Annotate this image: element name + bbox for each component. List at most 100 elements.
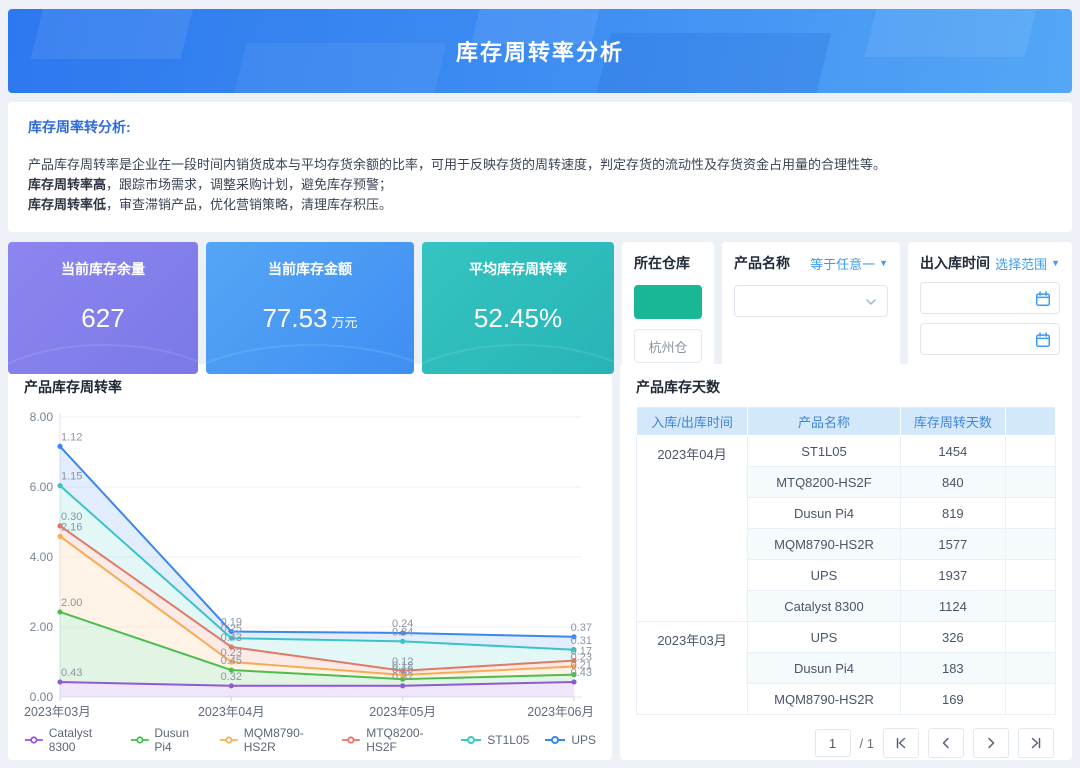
col-header-days: 库存周转天数 xyxy=(900,408,1005,436)
svg-text:0.19: 0.19 xyxy=(221,617,242,629)
product-operator-link[interactable]: 等于任意一▼ xyxy=(810,254,888,273)
empty-cell xyxy=(1005,591,1055,622)
last-page-button[interactable] xyxy=(1018,728,1054,758)
legend-line-dot-icon xyxy=(130,735,150,745)
col-header-empty xyxy=(1005,408,1055,436)
analysis-note-panel: 库存周率转分析: 产品库存周转率是企业在一段时间内销货成本与平均存货余额的比率，… xyxy=(8,102,1072,232)
svg-text:1.12: 1.12 xyxy=(61,431,82,443)
first-page-button[interactable] xyxy=(883,728,919,758)
svg-text:0.37: 0.37 xyxy=(571,622,592,634)
svg-text:1.15: 1.15 xyxy=(61,471,82,483)
days-cell: 1937 xyxy=(900,560,1005,591)
legend-item-mtq8200-hs2f[interactable]: MTQ8200-HS2F xyxy=(341,726,445,754)
dashboard-page: 库存周转率分析 库存周率转分析: 产品库存周转率是企业在一段时间内销货成本与平均… xyxy=(0,0,1080,760)
calendar-icon[interactable] xyxy=(1035,332,1051,348)
svg-text:2.00: 2.00 xyxy=(61,597,82,609)
days-cell: 840 xyxy=(900,467,1005,498)
svg-text:0.00: 0.00 xyxy=(30,690,54,704)
empty-cell xyxy=(1005,529,1055,560)
table-row: 2023年04月ST1L051454 xyxy=(637,436,1056,467)
month-cell: 2023年04月 xyxy=(637,436,748,622)
legend-item-ups[interactable]: UPS xyxy=(544,733,596,747)
svg-text:0.30: 0.30 xyxy=(61,511,82,523)
analysis-note-line3-rest: ，审查滞销产品，优化营销策略，清理库存积压。 xyxy=(106,197,392,212)
kpi-label: 当前库存余量 xyxy=(8,259,198,279)
time-operator-link[interactable]: 选择范围▼ xyxy=(995,254,1060,273)
svg-text:2023年04月: 2023年04月 xyxy=(198,705,265,719)
product-cell: Dusun Pi4 xyxy=(748,498,901,529)
svg-text:0.23: 0.23 xyxy=(221,647,242,659)
banner-decoration xyxy=(229,43,446,93)
warehouse-option-hangzhou[interactable]: 杭州仓 xyxy=(634,329,702,363)
product-cell: Catalyst 8300 xyxy=(748,591,901,622)
month-cell: 2023年03月 xyxy=(637,622,748,715)
page-title: 库存周转率分析 xyxy=(456,35,624,67)
kpi-value: 627 xyxy=(8,303,198,334)
product-name-filter-panel: 产品名称 等于任意一▼ xyxy=(722,242,900,374)
time-filter-panel: 出入库时间 选择范围▼ xyxy=(908,242,1072,374)
analysis-note-line2: 库存周转率高，跟踪市场需求，调整采购计划，避免库存预警； xyxy=(28,175,1052,195)
inventory-days-table: 入库/出库时间 产品名称 库存周转天数 2023年04月ST1L051454MT… xyxy=(636,407,1056,715)
page-total: / 1 xyxy=(860,736,874,751)
days-cell: 819 xyxy=(900,498,1005,529)
days-cell: 326 xyxy=(900,622,1005,653)
days-cell: 1124 xyxy=(900,591,1005,622)
table-header-row: 入库/出库时间 产品名称 库存周转天数 xyxy=(637,408,1056,436)
analysis-note-line3-bold: 库存周转率低 xyxy=(28,197,106,212)
legend-item-st1l05[interactable]: ST1L05 xyxy=(460,733,529,747)
svg-text:6.00: 6.00 xyxy=(30,480,54,494)
kpi-label: 平均库存周转率 xyxy=(422,259,614,279)
legend-label: UPS xyxy=(571,733,596,747)
svg-text:0.31: 0.31 xyxy=(571,635,592,647)
product-cell: MQM8790-HS2R xyxy=(748,684,901,715)
last-page-icon xyxy=(1028,735,1044,751)
page-input[interactable] xyxy=(815,729,851,757)
time-filter-label: 出入库时间 xyxy=(920,253,990,273)
svg-text:2.00: 2.00 xyxy=(30,620,54,634)
table-title: 产品库存天数 xyxy=(636,377,1056,397)
analysis-note-line3: 库存周转率低，审查滞销产品，优化营销策略，清理库存积压。 xyxy=(28,195,1052,215)
empty-cell xyxy=(1005,622,1055,653)
col-header-time: 入库/出库时间 xyxy=(637,408,748,436)
kpi-unit: 万元 xyxy=(332,315,358,330)
svg-text:0.24: 0.24 xyxy=(392,618,413,630)
legend-line-dot-icon xyxy=(24,735,44,745)
svg-text:2023年06月: 2023年06月 xyxy=(527,705,594,719)
next-page-button[interactable] xyxy=(973,728,1009,758)
calendar-icon[interactable] xyxy=(1035,291,1051,307)
product-cell: MTQ8200-HS2F xyxy=(748,467,901,498)
svg-text:0.32: 0.32 xyxy=(221,671,242,683)
kpi-value: 77.53万元 xyxy=(206,303,414,334)
product-cell: MQM8790-HS2R xyxy=(748,529,901,560)
svg-text:4.00: 4.00 xyxy=(30,550,54,564)
table-row: 2023年03月UPS326 xyxy=(637,622,1056,653)
legend-line-dot-icon xyxy=(219,735,239,745)
analysis-note-heading: 库存周率转分析: xyxy=(28,117,1052,137)
svg-text:2.16: 2.16 xyxy=(61,521,82,533)
kpi-card-avg-turnover: 平均库存周转率 52.45% xyxy=(422,242,614,374)
svg-text:0.43: 0.43 xyxy=(61,667,82,679)
analysis-note-line2-bold: 库存周转率高 xyxy=(28,177,106,192)
empty-cell xyxy=(1005,653,1055,684)
legend-item-dusun-pi4[interactable]: Dusun Pi4 xyxy=(130,726,204,754)
product-cell: UPS xyxy=(748,560,901,591)
warehouse-selected-button[interactable] xyxy=(634,285,702,319)
svg-text:8.00: 8.00 xyxy=(30,410,54,424)
legend-label: MTQ8200-HS2F xyxy=(366,726,445,754)
page-header: 库存周转率分析 xyxy=(8,9,1072,93)
legend-line-dot-icon xyxy=(341,735,361,745)
analysis-note-line2-rest: ，跟踪市场需求，调整采购计划，避免库存预警； xyxy=(106,177,392,192)
legend-label: Dusun Pi4 xyxy=(154,726,204,754)
banner-decoration xyxy=(593,33,832,93)
empty-cell xyxy=(1005,467,1055,498)
legend-item-mqm8790-hs2r[interactable]: MQM8790-HS2R xyxy=(219,726,326,754)
prev-page-button[interactable] xyxy=(928,728,964,758)
chevron-down-icon xyxy=(863,294,879,310)
legend-label: Catalyst 8300 xyxy=(49,726,115,754)
kpi-label: 当前库存金额 xyxy=(206,259,414,279)
warehouse-filter-panel: 所在仓库 杭州仓 xyxy=(622,242,714,374)
legend-item-catalyst-8300[interactable]: Catalyst 8300 xyxy=(24,726,115,754)
kpi-filter-row: 当前库存余量 627 当前库存金额 77.53万元 平均库存周转率 52.45%… xyxy=(8,242,1072,354)
product-filter-label: 产品名称 xyxy=(734,253,790,273)
product-select[interactable] xyxy=(734,285,888,317)
